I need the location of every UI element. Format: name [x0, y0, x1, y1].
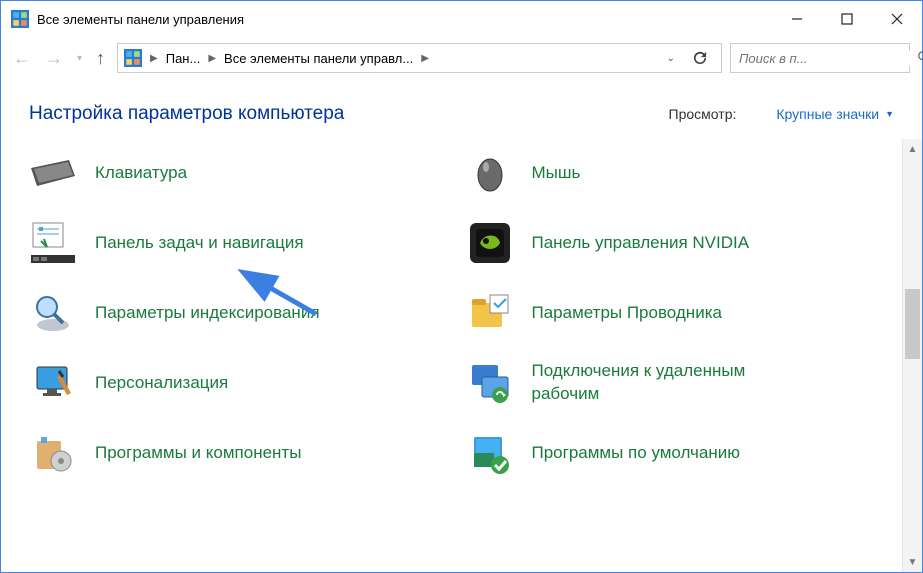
- header-row: Настройка параметров компьютера Просмотр…: [1, 79, 922, 139]
- cp-item-label: Параметры Проводника: [532, 302, 722, 325]
- cp-item-taskbar-navigation[interactable]: Панель задач и навигация: [29, 219, 436, 267]
- cp-item-label: Параметры индексирования: [95, 302, 320, 325]
- search-icon: [917, 50, 923, 67]
- breadcrumb-chevron-icon[interactable]: ▶: [148, 53, 160, 64]
- address-bar[interactable]: ▶ Пан... ▶ Все элементы панели управл...…: [117, 43, 722, 73]
- view-selector[interactable]: Крупные значки ▼: [776, 106, 894, 122]
- personalization-icon: [29, 359, 77, 407]
- minimize-button[interactable]: [772, 1, 822, 37]
- cp-item-label: Клавиатура: [95, 162, 187, 185]
- recent-locations-dropdown[interactable]: ▾: [77, 53, 82, 64]
- scroll-up-button[interactable]: ▲: [903, 139, 922, 159]
- cp-item-label: Персонализация: [95, 372, 228, 395]
- control-panel-icon: [124, 49, 142, 67]
- cp-item-label: Программы и компоненты: [95, 442, 301, 465]
- cp-item-programs-features[interactable]: Программы и компоненты: [29, 429, 436, 477]
- cp-item-label: Панель управления NVIDIA: [532, 232, 750, 255]
- cp-item-default-programs[interactable]: Программы по умолчанию: [466, 429, 873, 477]
- view-value: Крупные значки: [776, 106, 879, 122]
- window-controls: [772, 1, 922, 37]
- items-area: Клавиатура Мышь: [1, 139, 922, 572]
- cp-item-keyboard[interactable]: Клавиатура: [29, 149, 436, 197]
- back-button[interactable]: ←: [13, 48, 31, 69]
- breadcrumb-chevron-icon[interactable]: ▶: [419, 53, 431, 64]
- scrollbar-thumb[interactable]: [905, 289, 920, 359]
- cp-item-indexing-options[interactable]: Параметры индексирования: [29, 289, 436, 337]
- maximize-button[interactable]: [822, 1, 872, 37]
- page-title: Настройка параметров компьютера: [29, 103, 344, 125]
- breadcrumb-segment[interactable]: Пан...: [166, 51, 201, 66]
- nav-arrows: ← → ▾ ↑: [13, 48, 105, 69]
- up-button[interactable]: ↑: [96, 48, 105, 69]
- view-label: Просмотр:: [669, 106, 737, 122]
- taskbar-icon: [29, 219, 77, 267]
- breadcrumb-chevron-icon[interactable]: ▶: [206, 53, 218, 64]
- cp-item-remote-desktop[interactable]: Подключения к удаленным рабочим: [466, 359, 873, 407]
- cp-item-mouse[interactable]: Мышь: [466, 149, 873, 197]
- indexing-icon: [29, 289, 77, 337]
- explorer-options-icon: [466, 289, 514, 337]
- search-box[interactable]: [730, 43, 910, 73]
- titlebar: Все элементы панели управления: [1, 1, 922, 37]
- refresh-button[interactable]: [685, 43, 715, 73]
- search-input[interactable]: [739, 51, 917, 66]
- cp-item-nvidia[interactable]: Панель управления NVIDIA: [466, 219, 873, 267]
- content-area: Настройка параметров компьютера Просмотр…: [1, 79, 922, 572]
- cp-item-personalization[interactable]: Персонализация: [29, 359, 436, 407]
- forward-button[interactable]: →: [45, 48, 63, 69]
- vertical-scrollbar[interactable]: ▲ ▼: [902, 139, 922, 572]
- cp-item-label: Программы по умолчанию: [532, 442, 741, 465]
- default-programs-icon: [466, 429, 514, 477]
- close-button[interactable]: [872, 1, 922, 37]
- cp-item-explorer-options[interactable]: Параметры Проводника: [466, 289, 873, 337]
- remote-desktop-icon: [466, 359, 514, 407]
- cp-item-label: Мышь: [532, 162, 581, 185]
- scroll-down-button[interactable]: ▼: [903, 552, 922, 572]
- keyboard-icon: [29, 149, 77, 197]
- nvidia-icon: [466, 219, 514, 267]
- chevron-down-icon: ▼: [885, 109, 894, 119]
- control-panel-app-icon: [11, 10, 29, 28]
- breadcrumb-segment[interactable]: Все элементы панели управл...: [224, 51, 413, 66]
- nav-toolbar: ← → ▾ ↑ ▶ Пан... ▶ Все элементы панели у…: [1, 37, 922, 79]
- cp-item-label: Панель задач и навигация: [95, 232, 304, 255]
- cp-item-label: Подключения к удаленным рабочим: [532, 360, 792, 406]
- window-title: Все элементы панели управления: [37, 12, 772, 27]
- programs-features-icon: [29, 429, 77, 477]
- mouse-icon: [466, 149, 514, 197]
- address-history-dropdown[interactable]: ⌄: [663, 53, 679, 64]
